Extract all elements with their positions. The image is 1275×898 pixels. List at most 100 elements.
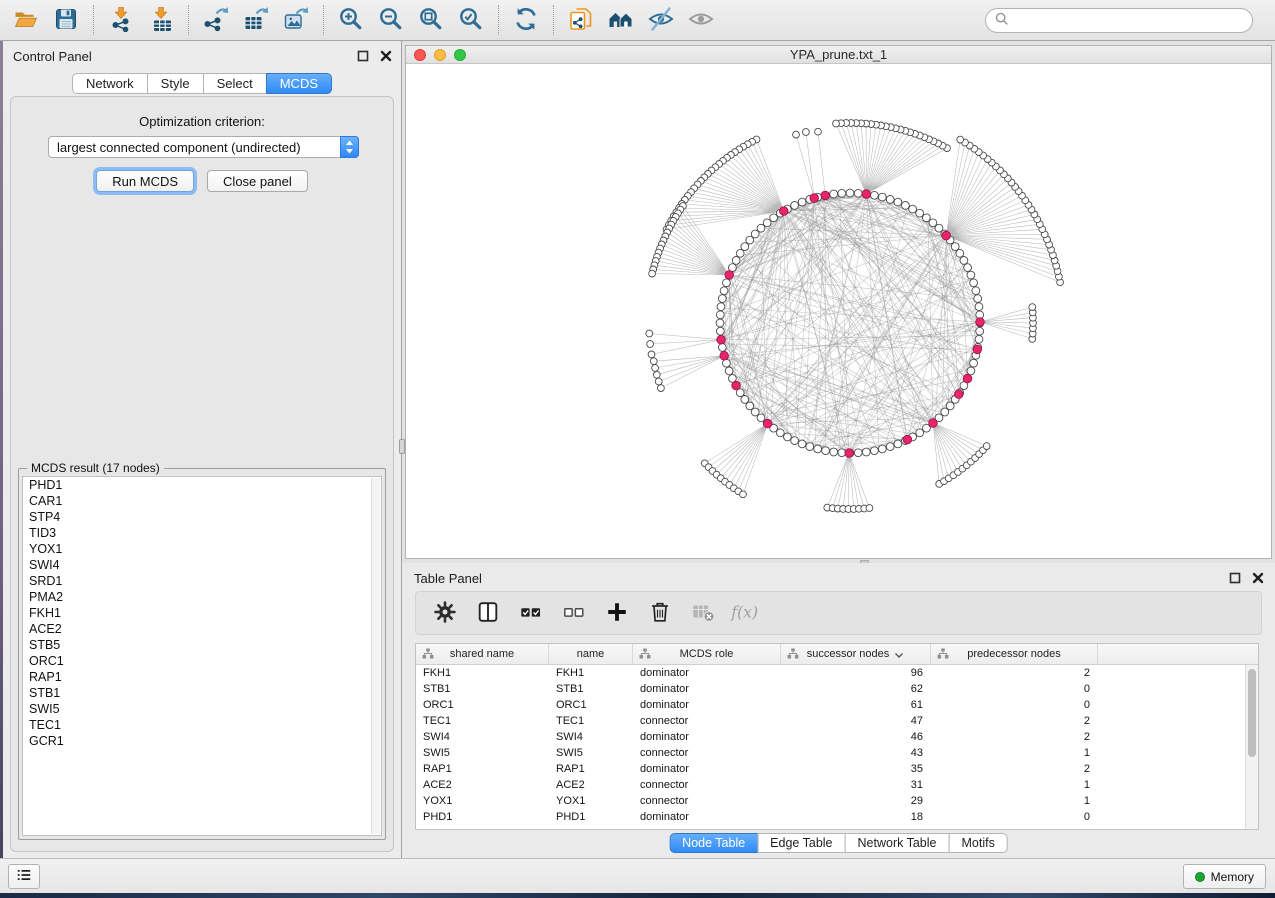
deselect-all-button[interactable] [561,600,587,626]
table-row[interactable]: FKH1FKH1dominator962 [416,665,1245,681]
hide-selected-button[interactable] [641,2,681,38]
mcds-hub-node[interactable] [955,390,964,399]
network-node[interactable] [741,243,749,251]
table-row[interactable]: SWI4SWI4dominator462 [416,729,1245,745]
run-mcds-button[interactable]: Run MCDS [96,170,194,192]
tab-select[interactable]: Select [203,73,267,94]
export-table-button[interactable] [236,2,276,38]
mcds-result-item[interactable]: ACE2 [23,621,381,637]
network-node[interactable] [975,303,983,311]
table-cell[interactable]: dominator [633,731,781,743]
network-node[interactable] [894,198,902,206]
network-node[interactable] [916,429,924,437]
network-node[interactable] [655,378,662,385]
table-cell[interactable]: 2 [931,763,1098,775]
table-cell[interactable]: dominator [633,683,781,695]
import-network-button[interactable] [101,2,141,38]
mcds-result-item[interactable]: GCR1 [23,733,381,749]
network-view-canvas[interactable] [406,64,1271,558]
table-cell[interactable]: 43 [781,747,931,759]
network-node[interactable] [886,196,894,204]
delete-entry-button[interactable] [647,600,673,626]
table-cell[interactable]: 1 [931,747,1098,759]
table-cell[interactable]: 0 [931,699,1098,711]
mcds-hub-node[interactable] [862,190,871,199]
table-cell[interactable]: STB1 [416,683,549,695]
mcds-hub-node[interactable] [810,194,819,203]
mcds-hub-node[interactable] [963,374,972,383]
float-panel-icon[interactable] [1228,571,1242,585]
add-entry-button[interactable] [604,600,630,626]
table-cell[interactable]: 18 [781,811,931,823]
table-row[interactable]: STB1STB1dominator620 [416,681,1245,697]
network-graph[interactable] [406,64,1271,558]
zoom-selected-button[interactable] [451,2,491,38]
column-header-name[interactable]: name [549,644,633,664]
mcds-result-item[interactable]: RAP1 [23,669,381,685]
network-node[interactable] [798,440,806,448]
table-row[interactable]: RAP1RAP1dominator352 [416,761,1245,777]
open-file-button[interactable] [6,2,46,38]
column-chooser-button[interactable] [475,600,501,626]
mcds-result-item[interactable]: STB5 [23,637,381,653]
table-row[interactable]: ORC1ORC1dominator610 [416,697,1245,713]
network-node[interactable] [806,443,814,451]
mcds-hub-node[interactable] [763,419,772,428]
network-node[interactable] [846,189,854,197]
network-node[interactable] [967,367,975,375]
column-header-successor-nodes[interactable]: successor nodes [781,644,931,664]
mcds-result-item[interactable]: FKH1 [23,605,381,621]
network-node[interactable] [878,445,886,453]
network-node[interactable] [951,243,959,251]
table-cell[interactable]: SWI4 [549,731,633,743]
network-node[interactable] [717,303,725,311]
table-cell[interactable]: 1 [931,795,1098,807]
table-cell[interactable]: 2 [931,715,1098,727]
network-node[interactable] [776,429,784,437]
network-node[interactable] [967,271,975,279]
network-node[interactable] [902,202,910,210]
table-cell[interactable]: 46 [781,731,931,743]
network-node[interactable] [878,193,886,201]
network-node[interactable] [720,287,728,295]
network-node[interactable] [716,311,724,319]
table-cell[interactable]: dominator [633,699,781,711]
network-node[interactable] [983,443,990,450]
table-cell[interactable]: 31 [781,779,931,791]
network-node[interactable] [976,327,984,335]
table-cell[interactable]: TEC1 [549,715,633,727]
network-node[interactable] [736,249,744,257]
mcds-hub-node[interactable] [929,419,938,428]
mcds-hub-node[interactable] [720,352,729,361]
network-node[interactable] [740,491,747,498]
settings-button[interactable] [432,600,458,626]
select-all-button[interactable] [518,600,544,626]
table-cell[interactable]: 0 [931,683,1098,695]
network-node[interactable] [909,205,917,213]
mcds-result-item[interactable]: ORC1 [23,653,381,669]
column-header-shared-name[interactable]: shared name [416,644,549,664]
table-cell[interactable]: ACE2 [416,779,549,791]
mcds-result-item[interactable]: SWI5 [23,701,381,717]
network-node[interactable] [648,351,655,358]
table-row[interactable]: TEC1TEC1connector472 [416,713,1245,729]
network-node[interactable] [972,287,980,295]
mcds-result-item[interactable]: TID3 [23,525,381,541]
tab-network[interactable]: Network [72,73,148,94]
table-cell[interactable]: connector [633,715,781,727]
network-node[interactable] [923,214,931,222]
network-node[interactable] [718,295,726,303]
table-row[interactable]: YOX1YOX1connector291 [416,793,1245,809]
mcds-result-item[interactable]: STP4 [23,509,381,525]
network-node[interactable] [1029,304,1036,311]
network-node[interactable] [746,236,754,244]
network-node[interactable] [929,219,937,227]
network-node[interactable] [916,209,924,217]
network-node[interactable] [803,129,810,136]
table-cell[interactable]: 2 [931,667,1098,679]
network-node[interactable] [784,433,792,441]
network-node[interactable] [894,440,902,448]
table-cell[interactable]: TEC1 [416,715,549,727]
mcds-hub-node[interactable] [732,381,741,390]
network-node[interactable] [716,327,724,335]
